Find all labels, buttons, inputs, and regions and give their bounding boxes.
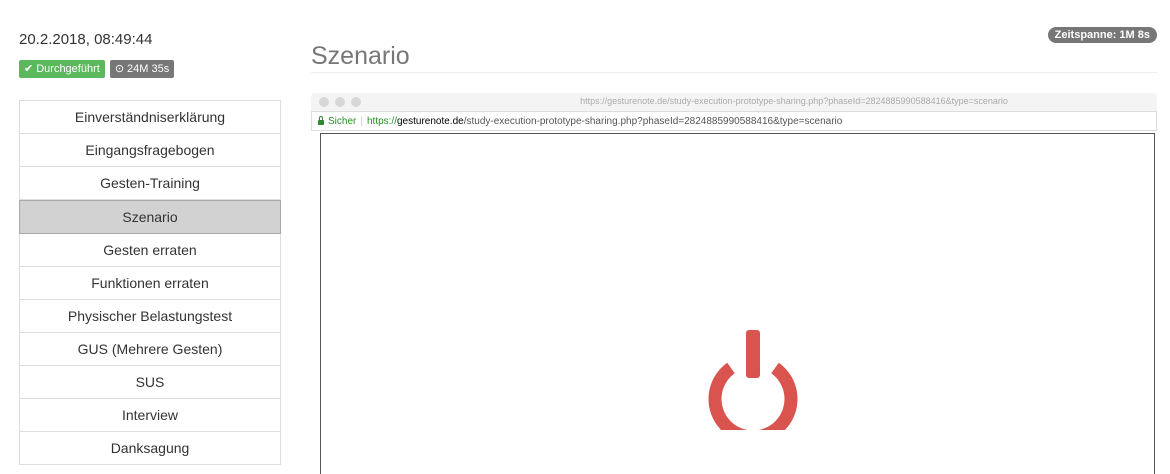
nav-item-gus-mehrere-gesten[interactable]: GUS (Mehrere Gesten) [19, 333, 281, 366]
nav-item-gesten-training[interactable]: Gesten-Training [19, 167, 281, 200]
status-badge: ✔ Durchgeführt [19, 60, 105, 78]
nav-item-interview[interactable]: Interview [19, 399, 281, 432]
nav-item-sus[interactable]: SUS [19, 366, 281, 399]
address-separator: | [360, 115, 363, 127]
url-scheme: https:// [366, 115, 397, 127]
lock-icon [318, 116, 324, 125]
browser-titlebar: https://gesturenote.de/study-execution-p… [311, 93, 1157, 111]
nav-item-eingangsfragebogen[interactable]: Eingangsfragebogen [19, 134, 281, 167]
secure-label: Sicher [328, 115, 357, 127]
prototype-viewport [320, 133, 1155, 474]
power-icon[interactable] [707, 330, 799, 430]
nav-item-funktionen-erraten[interactable]: Funktionen erraten [19, 267, 281, 300]
nav-item-gesten-erraten[interactable]: Gesten erraten [19, 234, 281, 267]
prototype-browser-window: https://gesturenote.de/study-execution-p… [311, 93, 1157, 474]
url-host: gesturenote.de [396, 115, 464, 127]
page-title: Szenario [311, 41, 410, 70]
duration-badge: ⊙ 24M 35s [109, 60, 175, 78]
nav-item-danksagung[interactable]: Danksagung [19, 432, 281, 465]
status-label: Durchgeführt [36, 63, 100, 75]
check-icon: ✔ [24, 63, 34, 75]
nav-item-szenario[interactable]: Szenario [19, 200, 281, 234]
clock-icon: ⊙ [114, 63, 125, 75]
session-badges: ✔ Durchgeführt ⊙ 24M 35s [19, 60, 175, 78]
address-url[interactable]: https://gesturenote.de/study-execution-p… [367, 116, 842, 127]
url-path: /study-execution-prototype-sharing.php?p… [463, 115, 843, 127]
timespan-badge: Zeitspanne: 1M 8s [1047, 27, 1157, 43]
titlebar-url: https://gesturenote.de/study-execution-p… [580, 96, 1008, 106]
nav-item-physischer-belastungstest[interactable]: Physischer Belastungstest [19, 300, 281, 333]
duration-label: 24M 35s [127, 63, 170, 75]
nav-item-einverständniserklärung[interactable]: Einverständniserklärung [19, 100, 281, 134]
phase-nav: Einverständniserklärung Eingangsfrageboge… [19, 100, 281, 465]
address-bar[interactable]: Sicher | https://gesturenote.de/study-ex… [311, 111, 1157, 131]
session-date: 20.2.2018, 08:49:44 [19, 31, 153, 48]
title-divider [311, 72, 1157, 73]
